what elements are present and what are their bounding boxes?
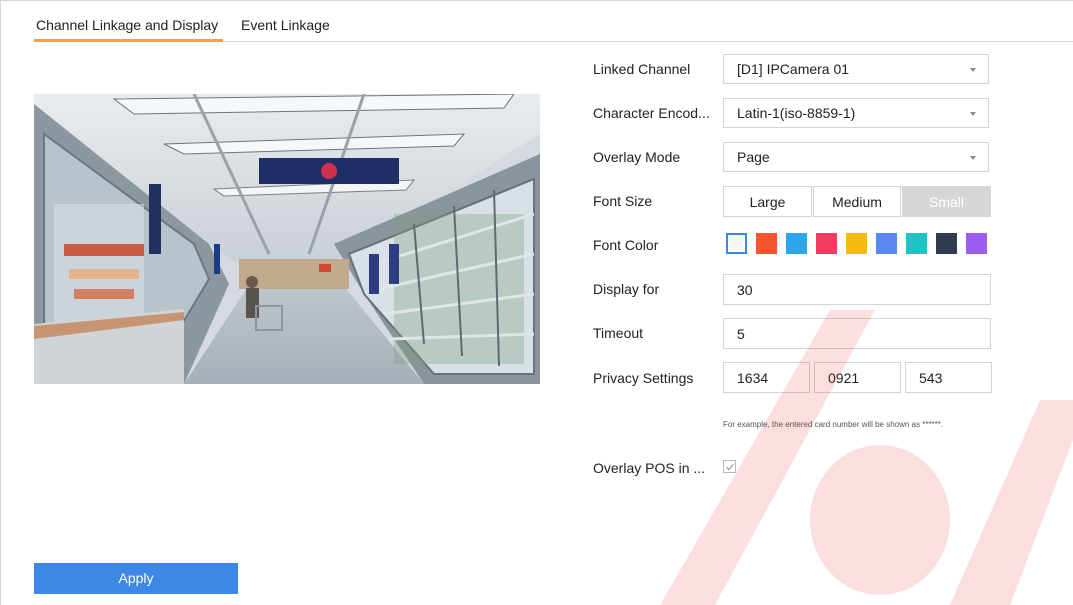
- privacy-value-2: 0921: [828, 370, 860, 386]
- window-top-border: [0, 0, 1073, 1]
- chevron-down-icon: [970, 112, 976, 116]
- apply-button[interactable]: Apply: [34, 563, 238, 594]
- chevron-down-icon: [970, 68, 976, 72]
- display-for-input[interactable]: 30: [723, 274, 991, 305]
- linked-channel-select[interactable]: [D1] IPCamera 01: [723, 54, 989, 84]
- linked-channel-label: Linked Channel: [593, 61, 691, 77]
- font-color-label: Font Color: [593, 237, 659, 253]
- overlay-pos-checkbox[interactable]: [723, 460, 736, 473]
- font-size-label: Font Size: [593, 193, 653, 209]
- font-size-medium-button[interactable]: Medium: [813, 186, 901, 217]
- overlay-pos-label: Overlay POS in ...: [593, 460, 706, 476]
- timeout-label: Timeout: [593, 325, 644, 341]
- font-color-swatch[interactable]: [936, 233, 957, 254]
- display-for-value: 30: [737, 282, 753, 298]
- overlay-mode-label: Overlay Mode: [593, 149, 681, 165]
- checkmark-icon: [726, 463, 735, 471]
- font-color-swatch[interactable]: [786, 233, 807, 254]
- timeout-input[interactable]: 5: [723, 318, 991, 349]
- tab-channel-linkage-display[interactable]: Channel Linkage and Display: [36, 17, 218, 33]
- window-left-border: [0, 0, 1, 605]
- privacy-hint: For example, the entered card number wil…: [723, 420, 944, 429]
- privacy-input-3[interactable]: 543: [905, 362, 992, 393]
- privacy-value-1: 1634: [737, 370, 769, 386]
- privacy-input-2[interactable]: 0921: [814, 362, 901, 393]
- active-tab-indicator: [34, 39, 223, 42]
- character-encoding-label: Character Encod...: [593, 105, 710, 121]
- character-encoding-select[interactable]: Latin-1(iso-8859-1): [723, 98, 989, 128]
- chevron-down-icon: [970, 156, 976, 160]
- font-size-small-button[interactable]: Small: [902, 186, 991, 217]
- linked-channel-value: [D1] IPCamera 01: [737, 61, 850, 77]
- display-for-label: Display for: [593, 281, 660, 297]
- font-color-swatch[interactable]: [906, 233, 927, 254]
- font-color-swatch[interactable]: [756, 233, 777, 254]
- font-size-large-button[interactable]: Large: [723, 186, 812, 217]
- privacy-input-1[interactable]: 1634: [723, 362, 810, 393]
- tab-event-linkage[interactable]: Event Linkage: [241, 17, 330, 33]
- overlay-mode-select[interactable]: Page: [723, 142, 989, 172]
- font-color-swatch[interactable]: [816, 233, 837, 254]
- camera-preview: [34, 94, 540, 384]
- privacy-value-3: 543: [919, 370, 943, 386]
- font-color-swatch[interactable]: [876, 233, 897, 254]
- font-color-swatch[interactable]: [726, 233, 747, 254]
- overlay-mode-value: Page: [737, 149, 770, 165]
- timeout-value: 5: [737, 326, 745, 342]
- privacy-settings-label: Privacy Settings: [593, 370, 694, 386]
- font-color-swatch[interactable]: [846, 233, 867, 254]
- font-color-swatch[interactable]: [966, 233, 987, 254]
- character-encoding-value: Latin-1(iso-8859-1): [737, 105, 856, 121]
